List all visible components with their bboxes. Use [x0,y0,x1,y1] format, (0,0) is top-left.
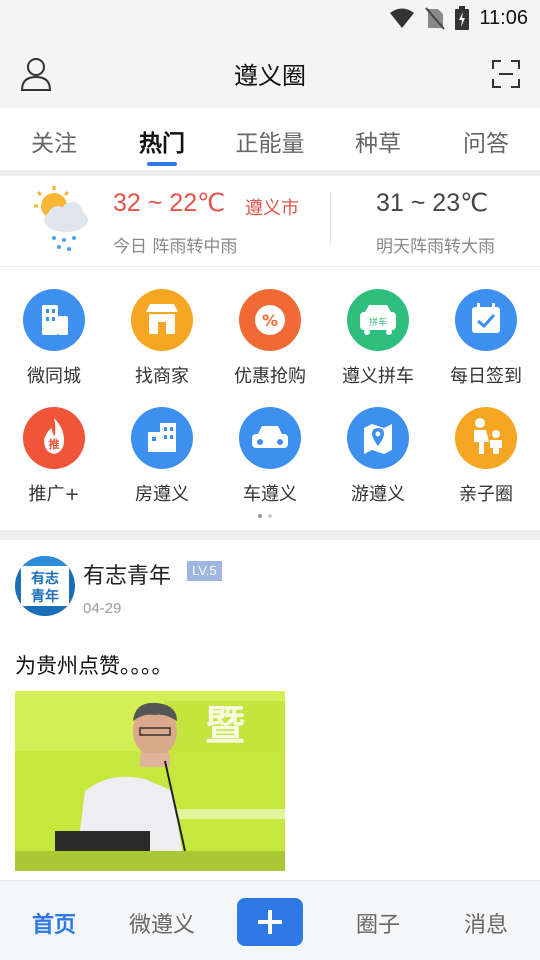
grid-label: 亲子圈 [459,484,513,505]
shop-icon [131,289,193,351]
battery-charging-icon [455,6,470,30]
page-dot [268,514,272,518]
post-text: 为贵州点赞。。。。 [15,654,173,678]
tab-hot[interactable]: 热门 [108,108,216,170]
today-temperature: 32 ~ 22℃ [113,189,226,217]
level-badge: LV.5 [187,561,222,581]
grid-label: 车遵义 [243,484,297,505]
carpool-icon: 拼车 [347,289,409,351]
carpool-badge: 拼车 [369,316,387,328]
tab-positive-energy[interactable]: 正能量 [216,108,324,170]
discount-icon: % [239,289,301,351]
grid-label: 游遵义 [351,484,405,505]
tab-follow[interactable]: 关注 [0,108,108,170]
divider [0,266,540,267]
house-icon [131,407,193,469]
divider [0,530,540,540]
today-weather-description: 今日 阵雨转中雨 [113,237,238,257]
weather-divider [330,192,331,246]
grid-item-cars[interactable]: 车遵义 [216,386,324,505]
page-title: 遵义圈 [234,62,306,90]
tomorrow-temperature: 31 ~ 23℃ [376,189,489,217]
post-card[interactable]: 有志 青年 有志青年 LV.5 04-29 为贵州点赞。。。。 暨 [0,540,540,880]
svg-text:有志: 有志 [31,570,59,587]
car-icon [239,407,301,469]
grid-item-housing[interactable]: 房遵义 [108,386,216,505]
add-post-button[interactable] [237,898,303,946]
grid-label: 微同城 [27,366,81,387]
grid-item-travel[interactable]: 游遵义 [324,386,432,505]
avatar[interactable]: 有志 青年 [15,556,75,616]
grid-label: 每日签到 [450,366,522,387]
grid-item-city[interactable]: 微同城 [0,268,108,387]
svg-text:青年: 青年 [31,588,59,605]
scan-icon [492,60,520,88]
grid-item-carpool[interactable]: 拼车 遵义拼车 [324,268,432,387]
city-label[interactable]: 遵义市 [245,194,299,220]
shower-weather-icon [34,186,88,251]
page-dot-active [258,514,262,518]
map-pin-icon [347,407,409,469]
category-tabs: 关注 热门 正能量 种草 问答 [0,108,540,170]
grid-label: 找商家 [135,366,189,387]
svg-text:暨: 暨 [205,703,245,749]
no-sim-icon [425,7,446,30]
grid-item-promote[interactable]: 推 推广+ [0,386,108,505]
status-icons: 11:06 [389,5,528,31]
grid-label: 房遵义 [135,484,189,505]
nav-circle[interactable]: 圈子 [324,881,432,960]
plus-icon [258,910,282,934]
tab-recommend[interactable]: 种草 [324,108,432,170]
status-time: 11:06 [479,6,528,29]
scan-button[interactable] [486,54,526,94]
app-header: 遵义圈 [0,38,540,108]
grid-label: 推广+ [28,484,80,505]
family-icon [455,407,517,469]
post-image[interactable]: 暨 [15,691,285,871]
building-icon [23,289,85,351]
calendar-check-icon [455,289,517,351]
grid-label: 优惠抢购 [234,366,306,387]
svg-text:%: % [262,311,278,330]
grid-item-checkin[interactable]: 每日签到 [432,268,540,387]
nav-messages[interactable]: 消息 [432,881,540,960]
nav-micro-zunyi[interactable]: 微遵义 [108,881,216,960]
wifi-icon [390,8,415,28]
tomorrow-weather-description: 明天阵雨转大雨 [376,237,495,257]
post-date: 04-29 [83,600,122,617]
weather-panel[interactable]: 32 ~ 22℃ 遵义市 今日 阵雨转中雨 31 ~ 23℃ 明天阵雨转大雨 [0,176,540,266]
feature-grid: 微同城 找商家 % 优惠抢购 拼车 遵义拼车 每日签到 推 推广+ 房遵义 车遵… [0,268,540,530]
tab-qa[interactable]: 问答 [432,108,540,170]
promote-fire-icon: 推 [23,407,85,469]
user-name[interactable]: 有志青年 [83,558,171,590]
page-indicator [258,514,272,518]
grid-item-family[interactable]: 亲子圈 [432,386,540,505]
grid-item-shops[interactable]: 找商家 [108,268,216,387]
status-bar: 11:06 [0,0,540,38]
nav-home[interactable]: 首页 [0,881,108,960]
grid-item-deals[interactable]: % 优惠抢购 [216,268,324,387]
bottom-nav: 首页 微遵义 圈子 消息 [0,880,540,960]
promote-badge: 推 [49,437,60,451]
grid-label: 遵义拼车 [342,366,414,387]
